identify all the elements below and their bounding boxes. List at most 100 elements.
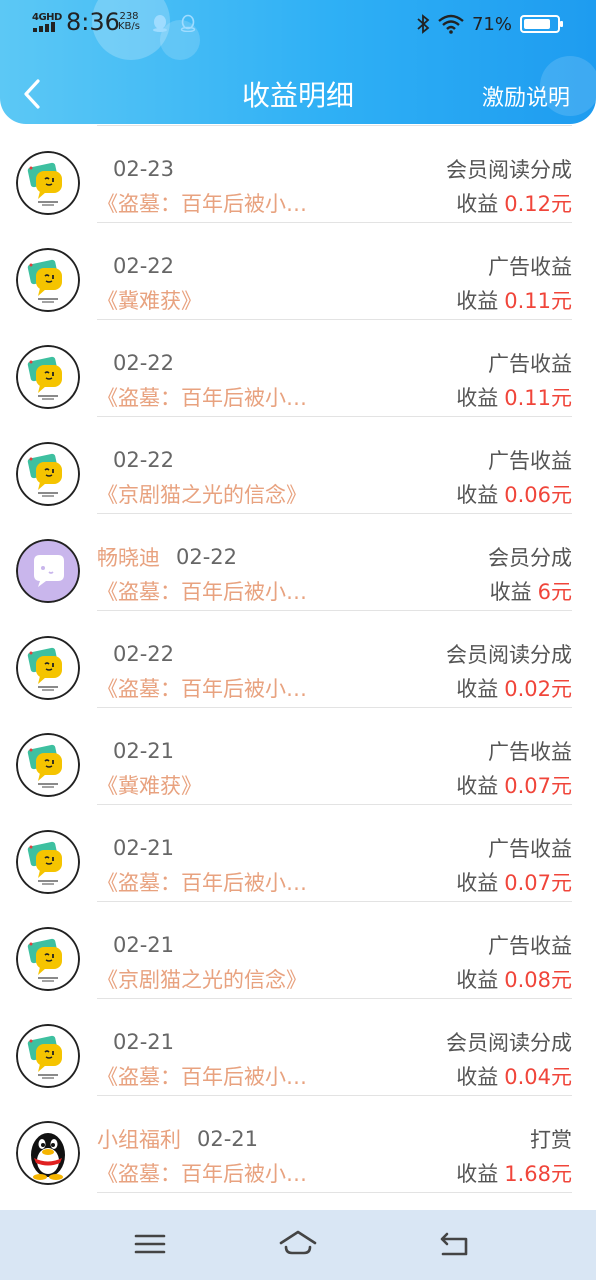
book-title: 《京剧猫之光的信念》 xyxy=(97,968,307,992)
row-header: 小组福利 02-21 打赏 xyxy=(97,1124,572,1154)
book-title: 《冀难获》 xyxy=(97,774,202,798)
emoji-avatar xyxy=(16,636,80,700)
home-icon xyxy=(279,1230,317,1255)
book-title: 《盗墓：百年后被小… xyxy=(97,677,307,701)
row-header: 02-21 广告收益 xyxy=(97,833,572,863)
row-header: 02-22 会员阅读分成 xyxy=(97,639,572,669)
earnings-row[interactable]: 02-22 广告收益《冀难获》 收益 0.11元 xyxy=(0,223,596,320)
incentive-explanation-link[interactable]: 激励说明 xyxy=(482,80,570,112)
earnings-row[interactable]: 02-21 广告收益 《冀难获》 收益 0.07元 xyxy=(0,708,596,805)
earning-amount: 收益 6元 xyxy=(490,576,572,606)
earning-label: 收益 xyxy=(456,289,499,313)
earning-label: 收益 xyxy=(456,677,499,701)
row-date: 02-21 xyxy=(113,836,175,860)
row-date: 02-23 xyxy=(113,157,175,181)
earnings-row[interactable]: 小组福利 02-21 打赏 《盗墓：百年后被小… 收益 1.68元 xyxy=(0,1096,596,1193)
row-content: 02-21 广告收益 《盗墓：百年后被小… 收益 0.07元 xyxy=(97,805,572,902)
row-header: 02-21 广告收益 xyxy=(97,736,572,766)
earnings-row[interactable]: 02-22 广告收益《京剧猫之光的信念》 收益 0.06元 xyxy=(0,417,596,514)
row-detail: 《盗墓：百年后被小… 收益 0.04元 xyxy=(97,1061,572,1091)
status-bar: 4GHD 8:36 238 KB/s 71% xyxy=(0,0,596,48)
earning-value: 0.11元 xyxy=(504,289,572,313)
emoji-avatar xyxy=(16,151,80,215)
app-header: 4GHD 8:36 238 KB/s 71% 收益明细 激励说明 xyxy=(0,0,596,124)
battery-level xyxy=(524,19,550,29)
row-detail: 《京剧猫之光的信念》 收益 0.06元 xyxy=(97,479,572,509)
row-content: 02-23 会员阅读分成 《盗墓：百年后被小… 收益 0.12元 xyxy=(97,126,572,223)
row-detail: 《盗墓：百年后被小… 收益 0.07元 xyxy=(97,867,572,897)
row-detail: 《盗墓：百年后被小… 收益 0.11元 xyxy=(97,382,572,412)
wifi-icon xyxy=(438,14,464,34)
book-title: 《盗墓：百年后被小… xyxy=(97,580,307,604)
earning-amount: 收益 0.11元 xyxy=(456,285,572,315)
nav-back-button[interactable] xyxy=(434,1226,474,1262)
row-header: 畅晓迪 02-22 会员分成 xyxy=(97,542,572,572)
chat-bubble-avatar xyxy=(16,539,80,603)
user-nickname: 畅晓迪 xyxy=(97,546,160,570)
earning-label: 收益 xyxy=(456,968,499,992)
row-content: 02-22 广告收益《京剧猫之光的信念》 收益 0.06元 xyxy=(97,417,572,514)
menu-button[interactable] xyxy=(130,1226,170,1262)
earnings-row[interactable]: 02-22 广告收益 《盗墓：百年后被小… 收益 0.11元 xyxy=(0,320,596,417)
earning-type: 广告收益 xyxy=(488,449,572,473)
row-content: 小组福利 02-21 打赏 《盗墓：百年后被小… 收益 1.68元 xyxy=(97,1096,572,1193)
menu-icon xyxy=(134,1234,166,1254)
net-speed: 238 KB/s xyxy=(118,12,140,32)
book-title: 《盗墓：百年后被小… xyxy=(97,192,307,216)
row-date: 02-22 xyxy=(113,448,175,472)
earning-type: 广告收益 xyxy=(488,740,572,764)
earning-type: 广告收益 xyxy=(488,934,572,958)
row-date: 02-21 xyxy=(113,1030,175,1054)
earning-label: 收益 xyxy=(456,774,499,798)
earnings-row[interactable]: 02-23 会员阅读分成 《盗墓：百年后被小… 收益 0.12元 xyxy=(0,126,596,223)
earnings-row[interactable]: 畅晓迪 02-22 会员分成《盗墓：百年后被小… 收益 6元 xyxy=(0,514,596,611)
row-content: 02-21 会员阅读分成《盗墓：百年后被小… 收益 0.04元 xyxy=(97,999,572,1096)
book-title: 《京剧猫之光的信念》 xyxy=(97,483,307,507)
emoji-avatar xyxy=(16,442,80,506)
earnings-row[interactable]: 02-21 广告收益 《盗墓：百年后被小… 收益 0.07元 xyxy=(0,805,596,902)
earnings-row[interactable]: 02-21 广告收益 《京剧猫之光的信念》 收益 0.08元 xyxy=(0,902,596,999)
earning-value: 0.08元 xyxy=(504,968,572,992)
status-right: 71% xyxy=(416,10,563,38)
row-detail: 《盗墓：百年后被小… 收益 0.02元 xyxy=(97,673,572,703)
home-button[interactable] xyxy=(278,1226,318,1262)
row-date: 02-22 xyxy=(113,254,175,278)
row-header: 02-23 会员阅读分成 xyxy=(97,154,572,184)
earning-type: 会员阅读分成 xyxy=(446,643,572,667)
earning-type: 打赏 xyxy=(530,1128,572,1152)
emoji-avatar xyxy=(16,927,80,991)
row-date: 02-21 xyxy=(197,1127,259,1151)
book-title: 《盗墓：百年后被小… xyxy=(97,1162,307,1186)
earnings-row[interactable]: 02-21 会员阅读分成《盗墓：百年后被小… 收益 0.04元 xyxy=(0,999,596,1096)
earning-value: 0.07元 xyxy=(504,871,572,895)
earning-type: 广告收益 xyxy=(488,255,572,279)
row-date: 02-22 xyxy=(176,545,238,569)
book-title: 《冀难获》 xyxy=(97,289,202,313)
row-detail: 《京剧猫之光的信念》 收益 0.08元 xyxy=(97,964,572,994)
earnings-list[interactable]: 《京剧猫之光的信念》收益0.07元02-23会员阅读分成《盗墓：百年后被小…收益… xyxy=(0,124,596,1210)
row-detail: 《盗墓：百年后被小… 收益 1.68元 xyxy=(97,1158,572,1188)
user-nickname: 小组福利 xyxy=(97,1128,181,1152)
earning-type: 会员阅读分成 xyxy=(446,1031,572,1055)
earning-amount: 收益 0.11元 xyxy=(456,382,572,412)
earning-amount: 收益 0.04元 xyxy=(456,1061,572,1091)
book-title: 《盗墓：百年后被小… xyxy=(97,871,307,895)
earning-label: 收益 xyxy=(456,1162,499,1186)
row-header: 02-22 广告收益 xyxy=(97,251,572,281)
earnings-list-inner: 《京剧猫之光的信念》收益0.07元02-23会员阅读分成《盗墓：百年后被小…收益… xyxy=(0,124,596,1193)
earning-type: 广告收益 xyxy=(488,352,572,376)
earning-label: 收益 xyxy=(489,580,532,604)
emoji-avatar xyxy=(16,345,80,409)
earnings-row[interactable]: 02-22 会员阅读分成《盗墓：百年后被小… 收益 0.02元 xyxy=(0,611,596,708)
row-detail: 《盗墓：百年后被小… 收益 6元 xyxy=(97,576,572,606)
row-content: 畅晓迪 02-22 会员分成《盗墓：百年后被小… 收益 6元 xyxy=(97,514,572,611)
earning-type: 会员分成 xyxy=(488,546,572,570)
row-content: 02-22 广告收益 《盗墓：百年后被小… 收益 0.11元 xyxy=(97,320,572,417)
net-speed-unit: KB/s xyxy=(118,21,140,32)
book-title: 《盗墓：百年后被小… xyxy=(97,1065,307,1089)
earning-value: 0.02元 xyxy=(504,677,572,701)
earning-label: 收益 xyxy=(456,1065,499,1089)
earning-type: 会员阅读分成 xyxy=(446,158,572,182)
row-header: 02-22 广告收益 xyxy=(97,348,572,378)
qq-outline-icon xyxy=(180,14,196,32)
